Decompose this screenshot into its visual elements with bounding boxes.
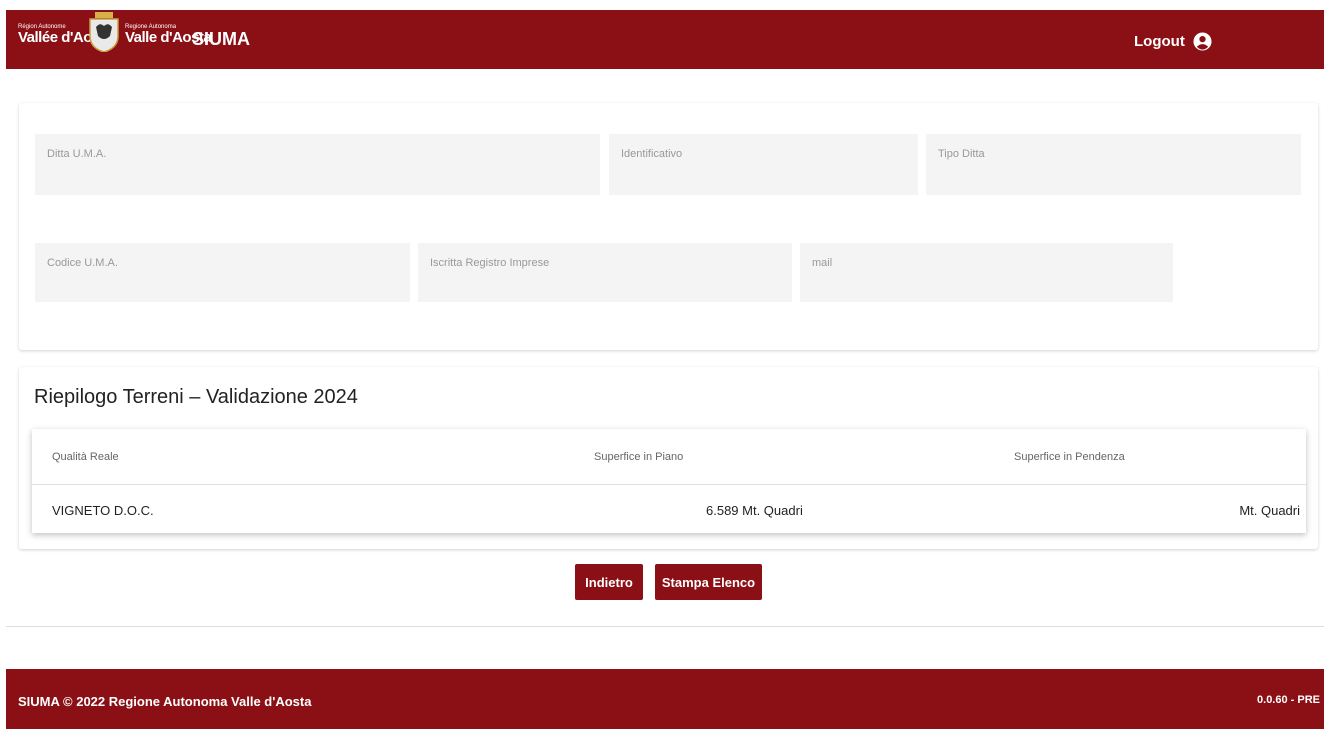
registro-imprese-field[interactable]: Iscritta Registro Imprese <box>418 243 792 302</box>
tipo-ditta-label: Tipo Ditta <box>938 148 985 160</box>
logout-button[interactable]: Logout <box>1134 32 1212 51</box>
column-header-qualita: Qualità Reale <box>52 451 119 463</box>
logout-label: Logout <box>1134 33 1185 50</box>
footer-copyright: SIUMA © 2022 Regione Autonoma Valle d'Ao… <box>18 694 312 709</box>
footer-version: 0.0.60 - PRE <box>1257 694 1320 706</box>
back-button[interactable]: Indietro <box>575 564 643 600</box>
column-header-pendenza: Superfice in Pendenza <box>1014 451 1125 463</box>
mail-field[interactable]: mail <box>800 243 1173 302</box>
app-footer: SIUMA © 2022 Regione Autonoma Valle d'Ao… <box>6 669 1324 729</box>
print-list-button[interactable]: Stampa Elenco <box>655 564 762 600</box>
mail-label: mail <box>812 257 833 269</box>
ditta-uma-label: Ditta U.M.A. <box>47 148 107 160</box>
identificativo-field[interactable]: Identificativo <box>609 134 918 195</box>
cell-qualita: VIGNETO D.O.C. <box>52 503 154 518</box>
summary-table: Qualità Reale Superfice in Piano Superfi… <box>32 429 1306 533</box>
cell-superficie-piano: 6.589 Mt. Quadri <box>706 503 803 518</box>
app-title: SIUMA <box>192 29 250 49</box>
ditta-uma-field[interactable]: Ditta U.M.A. <box>35 134 600 195</box>
section-title: Riepilogo Terreni – Validazione 2024 <box>34 386 358 408</box>
column-header-piano: Superfice in Piano <box>594 451 684 463</box>
identificativo-label: Identificativo <box>621 148 683 160</box>
registro-imprese-label: Iscritta Registro Imprese <box>430 257 550 269</box>
crest-icon <box>89 12 119 52</box>
company-info-card: Ditta U.M.A. Identificativo Tipo Ditta C… <box>19 103 1318 350</box>
app-header: Région Autonome Vallée d'Aoste Regione A… <box>6 10 1324 69</box>
codice-uma-label: Codice U.M.A. <box>47 257 118 269</box>
tipo-ditta-field[interactable]: Tipo Ditta <box>926 134 1301 195</box>
codice-uma-field[interactable]: Codice U.M.A. <box>35 243 410 302</box>
cell-superficie-pendenza: Mt. Quadri <box>1239 503 1300 518</box>
header-divider <box>32 484 1306 485</box>
user-circle-icon <box>1193 32 1212 51</box>
